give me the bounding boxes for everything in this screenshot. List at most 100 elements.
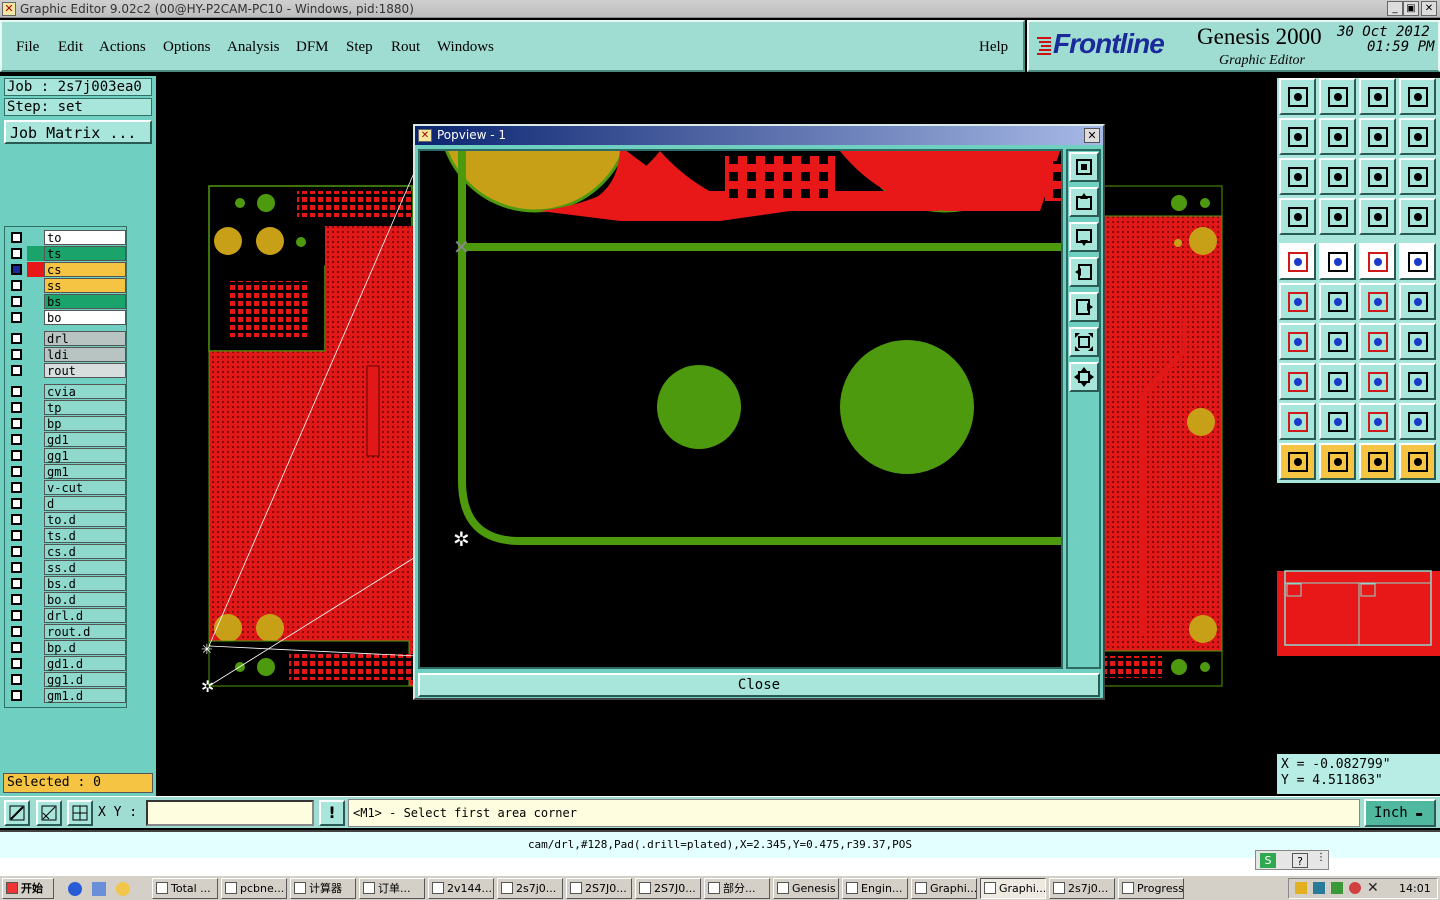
layer-checkbox[interactable] [11, 658, 22, 669]
layer-checkbox[interactable] [11, 365, 22, 376]
layer-checkbox[interactable] [11, 248, 22, 259]
layer-row[interactable]: to [8, 230, 126, 245]
layer-b-icon[interactable] [1399, 198, 1436, 235]
layer-name[interactable]: ts [44, 246, 126, 261]
layer-color-swatch[interactable] [27, 278, 44, 293]
layer-color-swatch[interactable] [27, 528, 44, 543]
ime-menu-icon[interactable]: ⋮ [1316, 852, 1326, 863]
layer-color-swatch[interactable] [27, 384, 44, 399]
layer-name[interactable]: ss.d [44, 560, 126, 575]
layer-color-swatch[interactable] [27, 363, 44, 378]
xy-input[interactable] [146, 800, 314, 826]
layer-color-swatch[interactable] [27, 640, 44, 655]
taskbar-item[interactable]: 2s7j0... [1049, 878, 1115, 899]
layer-checkbox[interactable] [11, 482, 22, 493]
layer-row[interactable]: to.d [8, 512, 126, 527]
popview-titlebar[interactable]: ✕ Popview - 1 ✕ [415, 126, 1103, 145]
layer-row[interactable]: drl [8, 331, 126, 346]
menu-windows[interactable]: Windows [437, 39, 494, 56]
pad-add-icon[interactable] [1279, 363, 1316, 400]
ime-s-icon[interactable]: S [1260, 853, 1276, 868]
layer-checkbox[interactable] [11, 386, 22, 397]
menu-actions[interactable]: Actions [99, 39, 146, 56]
ime-help-icon[interactable]: ? [1292, 853, 1308, 868]
snap-node-icon[interactable] [1279, 283, 1316, 320]
line-tool-icon[interactable] [1319, 243, 1356, 280]
layer-name[interactable]: rout.d [44, 624, 126, 639]
triangle-d-icon[interactable] [1399, 403, 1436, 440]
center-icon[interactable] [1359, 363, 1396, 400]
popview-zoom-in-button[interactable] [1069, 152, 1099, 182]
layer-row[interactable]: rout.d [8, 624, 126, 639]
save-icon[interactable] [1319, 78, 1356, 115]
layer-row[interactable]: ss [8, 278, 126, 293]
node-move-icon[interactable] [1399, 283, 1436, 320]
layer-name[interactable]: cs [44, 262, 126, 277]
layer-row[interactable]: rout [8, 363, 126, 378]
maximize-button[interactable]: ▣ [1403, 1, 1419, 16]
layer-name[interactable]: cs.d [44, 544, 126, 559]
layer-name[interactable]: d [44, 496, 126, 511]
route-tool-icon[interactable] [1399, 443, 1436, 480]
ruler-icon[interactable] [1359, 243, 1396, 280]
layer-name[interactable]: gm1.d [44, 688, 126, 703]
triangle-a-icon[interactable] [1279, 403, 1316, 440]
layer-name[interactable]: gg1 [44, 448, 126, 463]
cross-icon[interactable] [1319, 283, 1356, 320]
layer-row[interactable]: bp.d [8, 640, 126, 655]
layer-a-icon[interactable] [1359, 198, 1396, 235]
taskbar-item[interactable]: 2s7j0... [497, 878, 563, 899]
popview-canvas[interactable]: ✕ ✲ [418, 149, 1063, 669]
triangle-c-icon[interactable] [1359, 403, 1396, 440]
layer-color-swatch[interactable] [27, 672, 44, 687]
layer-checkbox[interactable] [11, 578, 22, 589]
layer-row[interactable]: gd1.d [8, 656, 126, 671]
layer-name[interactable]: ts.d [44, 528, 126, 543]
tray-icon-3[interactable] [1331, 882, 1343, 894]
layer-row[interactable]: tp [8, 400, 126, 415]
layer-row[interactable]: gg1.d [8, 672, 126, 687]
layer-color-swatch[interactable] [27, 480, 44, 495]
popview-pan-down-button[interactable] [1069, 222, 1099, 252]
media-icon[interactable] [116, 882, 130, 896]
layer-checkbox[interactable] [11, 610, 22, 621]
layer-checkbox[interactable] [11, 450, 22, 461]
measure-icon[interactable] [1319, 198, 1356, 235]
layer-name[interactable]: gg1.d [44, 672, 126, 687]
layer-row[interactable]: bo [8, 310, 126, 325]
layer-name[interactable]: drl [44, 331, 126, 346]
layer-color-swatch[interactable] [27, 624, 44, 639]
group-icon[interactable] [1399, 363, 1436, 400]
layer-row[interactable]: ts [8, 246, 126, 261]
layer-color-swatch[interactable] [27, 400, 44, 415]
layer-row[interactable]: d [8, 496, 126, 511]
taskbar-item[interactable]: Progress [1118, 878, 1184, 899]
taskbar-item[interactable]: 部分... [704, 878, 770, 899]
layer-checkbox[interactable] [11, 466, 22, 477]
popview-pan-up-button[interactable] [1069, 187, 1099, 217]
layer-color-swatch[interactable] [27, 464, 44, 479]
layer-checkbox[interactable] [11, 498, 22, 509]
close-window-button[interactable]: ✕ [1421, 1, 1437, 16]
layer-name[interactable]: bp [44, 416, 126, 431]
layer-checkbox[interactable] [11, 642, 22, 653]
layer-checkbox[interactable] [11, 280, 22, 291]
layer-checkbox[interactable] [11, 232, 22, 243]
layer-row[interactable]: cvia [8, 384, 126, 399]
ime-toolbar[interactable]: S ? ⋮ [1255, 850, 1329, 870]
layer-checkbox[interactable] [11, 264, 22, 275]
job-matrix-button[interactable]: Job Matrix ... [4, 120, 152, 144]
taskbar-item[interactable]: Total ... [152, 878, 218, 899]
taskbar-item[interactable]: 计算器 [290, 878, 356, 899]
popview-pan-right-button[interactable] [1069, 292, 1099, 322]
layer-row[interactable]: ts.d [8, 528, 126, 543]
clip-left-icon[interactable] [1279, 118, 1316, 155]
layer-checkbox[interactable] [11, 333, 22, 344]
open-job-icon[interactable] [1279, 78, 1316, 115]
menu-step[interactable]: Step [346, 39, 373, 56]
cut-icon[interactable] [1279, 198, 1316, 235]
layer-color-swatch[interactable] [27, 262, 44, 277]
menu-edit[interactable]: Edit [58, 39, 83, 56]
layer-row[interactable]: gd1 [8, 432, 126, 447]
layer-color-swatch[interactable] [27, 310, 44, 325]
